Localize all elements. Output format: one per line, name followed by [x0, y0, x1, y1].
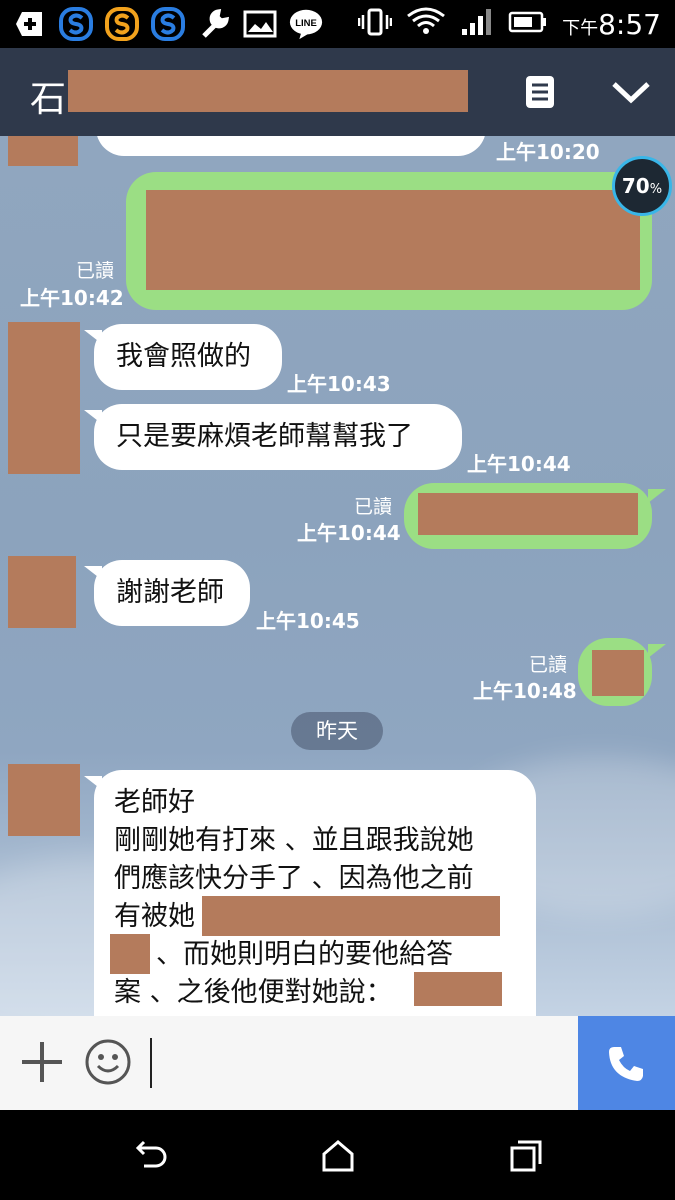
- date-divider: 昨天: [291, 712, 383, 750]
- system-nav-bar: [0, 1110, 675, 1200]
- redacted-content: [110, 934, 150, 974]
- smiley-icon[interactable]: [84, 1038, 132, 1086]
- incoming-bubble-partial[interactable]: [96, 136, 486, 156]
- outgoing-bubble[interactable]: [404, 483, 652, 549]
- chat-area[interactable]: 上午10:20 已讀 上午10:42 70% 我會照做的 上午10:43 只是要…: [0, 136, 675, 1016]
- message-time: 上午10:42: [20, 286, 124, 310]
- avatar[interactable]: [8, 322, 80, 474]
- clock: 下午8:57: [562, 7, 661, 41]
- message-line: 案 、之後他便對她說：: [114, 972, 516, 1012]
- home-icon[interactable]: [320, 1138, 356, 1174]
- call-button[interactable]: [578, 1016, 675, 1110]
- add-icon: [12, 6, 48, 42]
- read-receipt: 已讀: [76, 260, 115, 282]
- status-bar: LINE 下午8:57: [0, 0, 675, 48]
- read-receipt: 已讀: [529, 654, 568, 676]
- recent-apps-icon[interactable]: [508, 1138, 544, 1174]
- avatar[interactable]: [8, 764, 80, 836]
- outgoing-bubble[interactable]: [126, 172, 652, 310]
- message-text: 我會照做的: [116, 341, 251, 372]
- incoming-bubble[interactable]: 謝謝老師: [94, 560, 250, 626]
- message-line: 老師好: [114, 787, 195, 818]
- message-time: 上午10:45: [256, 609, 360, 633]
- notes-icon[interactable]: [524, 74, 556, 110]
- message-input[interactable]: [150, 1038, 152, 1088]
- notification-icons: LINE: [12, 6, 324, 42]
- redacted-title: [68, 70, 468, 112]
- avatar[interactable]: [8, 556, 76, 628]
- wrench-icon: [196, 6, 232, 42]
- avatar[interactable]: [8, 136, 78, 166]
- message-time: 上午10:44: [467, 452, 571, 476]
- s-app-icon-orange: [104, 6, 140, 42]
- message-time: 上午10:20: [496, 140, 600, 164]
- memory-percent-badge[interactable]: 70%: [612, 156, 672, 216]
- signal-icon: [460, 7, 494, 41]
- message-time: 上午10:48: [473, 679, 577, 703]
- chevron-down-icon[interactable]: [610, 78, 652, 108]
- redacted-content: [146, 190, 640, 290]
- plus-icon[interactable]: [20, 1040, 64, 1084]
- incoming-bubble-long[interactable]: 老師好 剛剛她有打來 、並且跟我說她 們應該快分手了 、因為他之前 有被她 、而…: [94, 770, 536, 1016]
- outgoing-bubble[interactable]: [578, 638, 652, 706]
- system-indicators: 下午8:57: [357, 0, 661, 48]
- battery-icon: [508, 10, 548, 38]
- message-time: 上午10:44: [297, 521, 401, 545]
- vibrate-icon: [357, 7, 393, 41]
- incoming-bubble[interactable]: 只是要麻煩老師幫幫我了: [94, 404, 462, 470]
- redacted-content: [592, 650, 644, 696]
- wifi-icon: [406, 6, 446, 42]
- input-bar: [0, 1016, 675, 1110]
- s-app-icon-blue2: [150, 6, 186, 42]
- message-line: 們應該快分手了 、因為他之前: [114, 863, 474, 894]
- redacted-content: [202, 896, 500, 936]
- message-text: 謝謝老師: [116, 577, 224, 608]
- redacted-content: [414, 972, 502, 1006]
- incoming-bubble[interactable]: 我會照做的: [94, 324, 282, 390]
- chat-header: 石: [0, 48, 675, 136]
- chat-title[interactable]: 石: [30, 70, 66, 122]
- message-text: 只是要麻煩老師幫幫我了: [116, 421, 413, 452]
- redacted-content: [418, 493, 638, 535]
- message-time: 上午10:43: [287, 372, 391, 396]
- message-line: 剛剛她有打來 、並且跟我說她: [114, 825, 474, 856]
- line-icon: LINE: [288, 6, 324, 42]
- phone-icon: [609, 1047, 643, 1081]
- message-line: 、而她則明白的要他給答: [110, 934, 516, 974]
- back-icon[interactable]: [132, 1138, 168, 1174]
- read-receipt: 已讀: [354, 496, 393, 518]
- image-icon: [242, 6, 278, 42]
- message-line: 有被她: [114, 896, 516, 936]
- svg-text:LINE: LINE: [295, 18, 317, 29]
- s-app-icon-blue: [58, 6, 94, 42]
